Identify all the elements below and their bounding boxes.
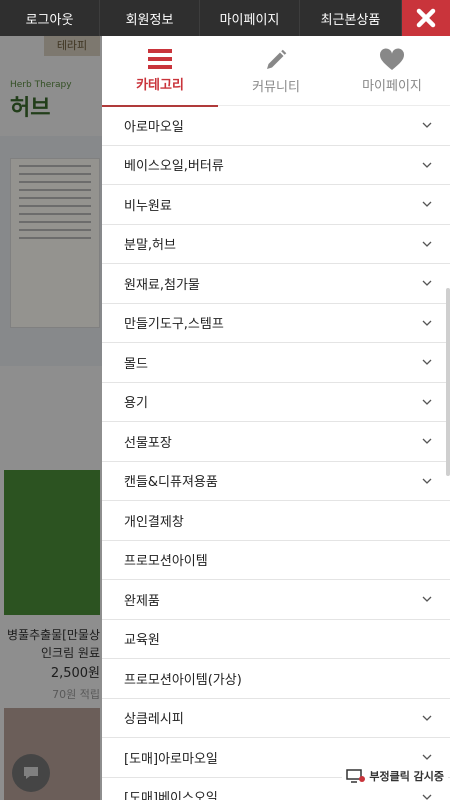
chevron-down-icon xyxy=(422,239,432,249)
category-label: 비누원료 xyxy=(124,198,172,214)
logout-button[interactable]: 로그아웃 xyxy=(0,0,100,36)
category-label: [도매]베이스오일 xyxy=(124,791,218,800)
chevron-down-icon xyxy=(422,397,432,407)
heart-icon xyxy=(379,48,405,70)
list-item[interactable]: 교육원 xyxy=(102,620,450,659)
close-icon xyxy=(416,8,436,28)
chevron-down-icon xyxy=(422,318,432,328)
fraud-monitor-badge: 부정클릭 감시중 xyxy=(342,766,448,786)
chevron-down-icon xyxy=(422,713,432,723)
menu-scrollbar[interactable] xyxy=(446,288,450,476)
recent-products-button[interactable]: 최근본상품 xyxy=(300,0,402,36)
list-item[interactable]: 프로모션아이템 xyxy=(102,541,450,580)
list-item[interactable]: 선물포장 xyxy=(102,422,450,462)
category-label: 몰드 xyxy=(124,356,148,372)
list-item[interactable]: 개인결제창 xyxy=(102,501,450,541)
category-label: 프로모션아이템(가상) xyxy=(124,672,242,688)
category-list: 아로마오일 베이스오일,버터류 비누원료 분말,허브 원재료,첨가물 만들기도구… xyxy=(102,106,450,800)
chevron-down-icon xyxy=(422,436,432,446)
list-item[interactable]: 원재료,첨가물 xyxy=(102,264,450,304)
category-label: 분말,허브 xyxy=(124,238,176,254)
chevron-down-icon xyxy=(422,199,432,209)
list-item[interactable]: 아로마오일 xyxy=(102,106,450,146)
tab-label: 카테고리 xyxy=(136,78,184,93)
list-item[interactable]: 비누원료 xyxy=(102,185,450,225)
side-menu: 카테고리 커뮤니티 마이페이지 아로마오일 베이스오일,버터류 비누원료 분말,… xyxy=(102,36,450,800)
tab-category[interactable]: 카테고리 xyxy=(102,36,218,107)
list-item[interactable]: 몰드 xyxy=(102,343,450,383)
chevron-down-icon xyxy=(422,120,432,130)
category-label: 만들기도구,스템프 xyxy=(124,317,224,333)
chevron-down-icon xyxy=(422,278,432,288)
chevron-down-icon xyxy=(422,594,432,604)
list-item[interactable]: 완제품 xyxy=(102,580,450,620)
chevron-down-icon xyxy=(422,752,432,762)
chevron-down-icon xyxy=(422,792,432,800)
list-item[interactable]: 분말,허브 xyxy=(102,225,450,264)
menu-icon xyxy=(148,49,172,69)
tab-mypage[interactable]: 마이페이지 xyxy=(334,36,450,106)
tab-community[interactable]: 커뮤니티 xyxy=(218,36,334,106)
list-item[interactable]: 상큼레시피 xyxy=(102,699,450,738)
category-label: [도매]아로마오일 xyxy=(124,751,218,767)
category-label: 상큼레시피 xyxy=(124,712,184,728)
tab-label: 마이페이지 xyxy=(362,79,422,94)
list-item[interactable]: 베이스오일,버터류 xyxy=(102,146,450,185)
category-label: 개인결제창 xyxy=(124,514,184,530)
list-item[interactable]: 용기 xyxy=(102,383,450,422)
pencil-icon xyxy=(267,49,287,69)
close-menu-button[interactable] xyxy=(402,0,450,36)
category-label: 캔들&디퓨져용품 xyxy=(124,475,218,491)
category-label: 아로마오일 xyxy=(124,119,184,135)
category-label: 용기 xyxy=(124,396,148,412)
member-info-button[interactable]: 회원정보 xyxy=(100,0,200,36)
category-label: 선물포장 xyxy=(124,435,172,451)
tab-label: 커뮤니티 xyxy=(252,80,300,95)
fraud-monitor-text: 부정클릭 감시중 xyxy=(369,770,444,783)
mypage-button[interactable]: 마이페이지 xyxy=(200,0,300,36)
top-bar: 로그아웃 회원정보 마이페이지 최근본상품 xyxy=(0,0,450,36)
category-label: 완제품 xyxy=(124,593,160,609)
menu-tabs: 카테고리 커뮤니티 마이페이지 xyxy=(102,36,450,107)
monitor-icon xyxy=(346,769,366,783)
category-label: 프로모션아이템 xyxy=(124,554,208,570)
chevron-down-icon xyxy=(422,160,432,170)
chevron-down-icon xyxy=(422,357,432,367)
list-item[interactable]: 만들기도구,스템프 xyxy=(102,304,450,343)
chevron-down-icon xyxy=(422,476,432,486)
list-item[interactable]: 캔들&디퓨져용품 xyxy=(102,462,450,501)
category-label: 원재료,첨가물 xyxy=(124,277,200,293)
list-item[interactable]: 프로모션아이템(가상) xyxy=(102,659,450,699)
category-label: 베이스오일,버터류 xyxy=(124,159,224,175)
category-label: 교육원 xyxy=(124,633,160,649)
